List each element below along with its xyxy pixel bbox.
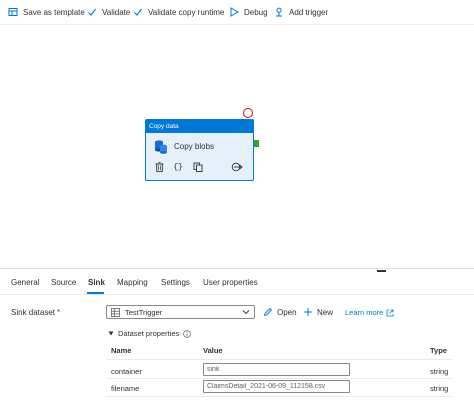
sink-dataset-dropdown[interactable]: TestTrigger bbox=[106, 305, 255, 319]
sink-dataset-label: Sink dataset * bbox=[11, 308, 60, 317]
validate-copy-runtime-button[interactable]: Validate copy runtime bbox=[133, 0, 224, 24]
success-output-port[interactable] bbox=[254, 140, 259, 147]
table-header-divider bbox=[106, 359, 453, 360]
debug-label: Debug bbox=[244, 7, 268, 17]
learn-more-link[interactable]: Learn more bbox=[345, 308, 394, 317]
learn-more-label: Learn more bbox=[345, 308, 384, 317]
sink-dataset-value: TestTrigger bbox=[125, 307, 163, 317]
table-row-divider bbox=[106, 396, 453, 397]
caret-down-icon bbox=[108, 331, 114, 336]
tab-mapping[interactable]: Mapping bbox=[117, 278, 148, 294]
panel-splitter[interactable] bbox=[0, 268, 474, 269]
checkmark-icon bbox=[134, 8, 142, 16]
trigger-icon bbox=[276, 7, 282, 17]
activity-header: Copy data bbox=[146, 120, 253, 133]
required-marker: * bbox=[57, 308, 61, 317]
info-icon bbox=[183, 329, 192, 338]
dataset-properties-title: Dataset properties bbox=[118, 329, 180, 338]
open-label: Open bbox=[277, 307, 297, 317]
filename-value-input[interactable] bbox=[203, 380, 350, 393]
save-as-template-button[interactable]: Save as template bbox=[8, 0, 85, 24]
add-trigger-button[interactable]: Add trigger bbox=[274, 0, 328, 24]
save-as-template-label: Save as template bbox=[23, 7, 85, 17]
dataset-icon bbox=[111, 307, 120, 317]
tabs-divider bbox=[0, 294, 474, 295]
delete-icon[interactable] bbox=[153, 161, 165, 173]
checkmark-icon bbox=[88, 8, 96, 16]
dataset-properties-toggle[interactable]: Dataset properties bbox=[108, 329, 192, 338]
row-container-name: container bbox=[111, 367, 142, 376]
plus-icon bbox=[304, 308, 312, 316]
container-value-input[interactable] bbox=[203, 363, 350, 376]
pencil-icon bbox=[263, 307, 273, 317]
column-header-type: Type bbox=[430, 346, 447, 355]
tab-source[interactable]: Source bbox=[51, 278, 76, 294]
validate-button[interactable]: Validate bbox=[87, 0, 130, 24]
activity-body: Copy blobs {} bbox=[146, 133, 253, 180]
validate-label: Validate bbox=[102, 7, 131, 17]
save-template-icon bbox=[8, 8, 18, 16]
clone-icon[interactable] bbox=[192, 161, 204, 173]
play-icon bbox=[230, 7, 239, 17]
new-label: New bbox=[317, 307, 334, 317]
tab-general[interactable]: General bbox=[11, 278, 39, 294]
add-trigger-label: Add trigger bbox=[289, 7, 329, 17]
pipeline-toolbar: Save as template Validate Validate copy … bbox=[0, 0, 474, 24]
open-dataset-button[interactable]: Open bbox=[263, 307, 297, 317]
new-dataset-button[interactable]: New bbox=[303, 307, 333, 317]
copy-data-activity[interactable]: Copy data Copy blobs {} bbox=[145, 119, 254, 181]
output-arrow-icon[interactable] bbox=[231, 161, 243, 173]
validate-copy-runtime-label: Validate copy runtime bbox=[148, 7, 225, 17]
column-header-name: Name bbox=[111, 346, 132, 355]
code-icon[interactable]: {} bbox=[172, 161, 184, 173]
activity-name: Copy blobs bbox=[174, 142, 215, 151]
chevron-down-icon bbox=[242, 309, 250, 315]
sink-dataset-label-text: Sink dataset bbox=[11, 308, 56, 317]
column-header-value: Value bbox=[203, 346, 223, 355]
row-container-type: string bbox=[430, 367, 449, 376]
external-link-icon bbox=[386, 309, 394, 316]
table-row-divider bbox=[106, 378, 453, 379]
activity-type-label: Copy data bbox=[149, 123, 179, 130]
row-filename-name: filename bbox=[111, 384, 140, 393]
tab-user-properties[interactable]: User properties bbox=[203, 278, 258, 294]
row-filename-type: string bbox=[430, 384, 449, 393]
tab-settings[interactable]: Settings bbox=[161, 278, 190, 294]
copy-data-icon bbox=[154, 139, 168, 160]
collapse-panel-handle[interactable] bbox=[377, 270, 386, 272]
debug-button[interactable]: Debug bbox=[229, 0, 268, 24]
error-output-handle[interactable] bbox=[243, 108, 253, 118]
